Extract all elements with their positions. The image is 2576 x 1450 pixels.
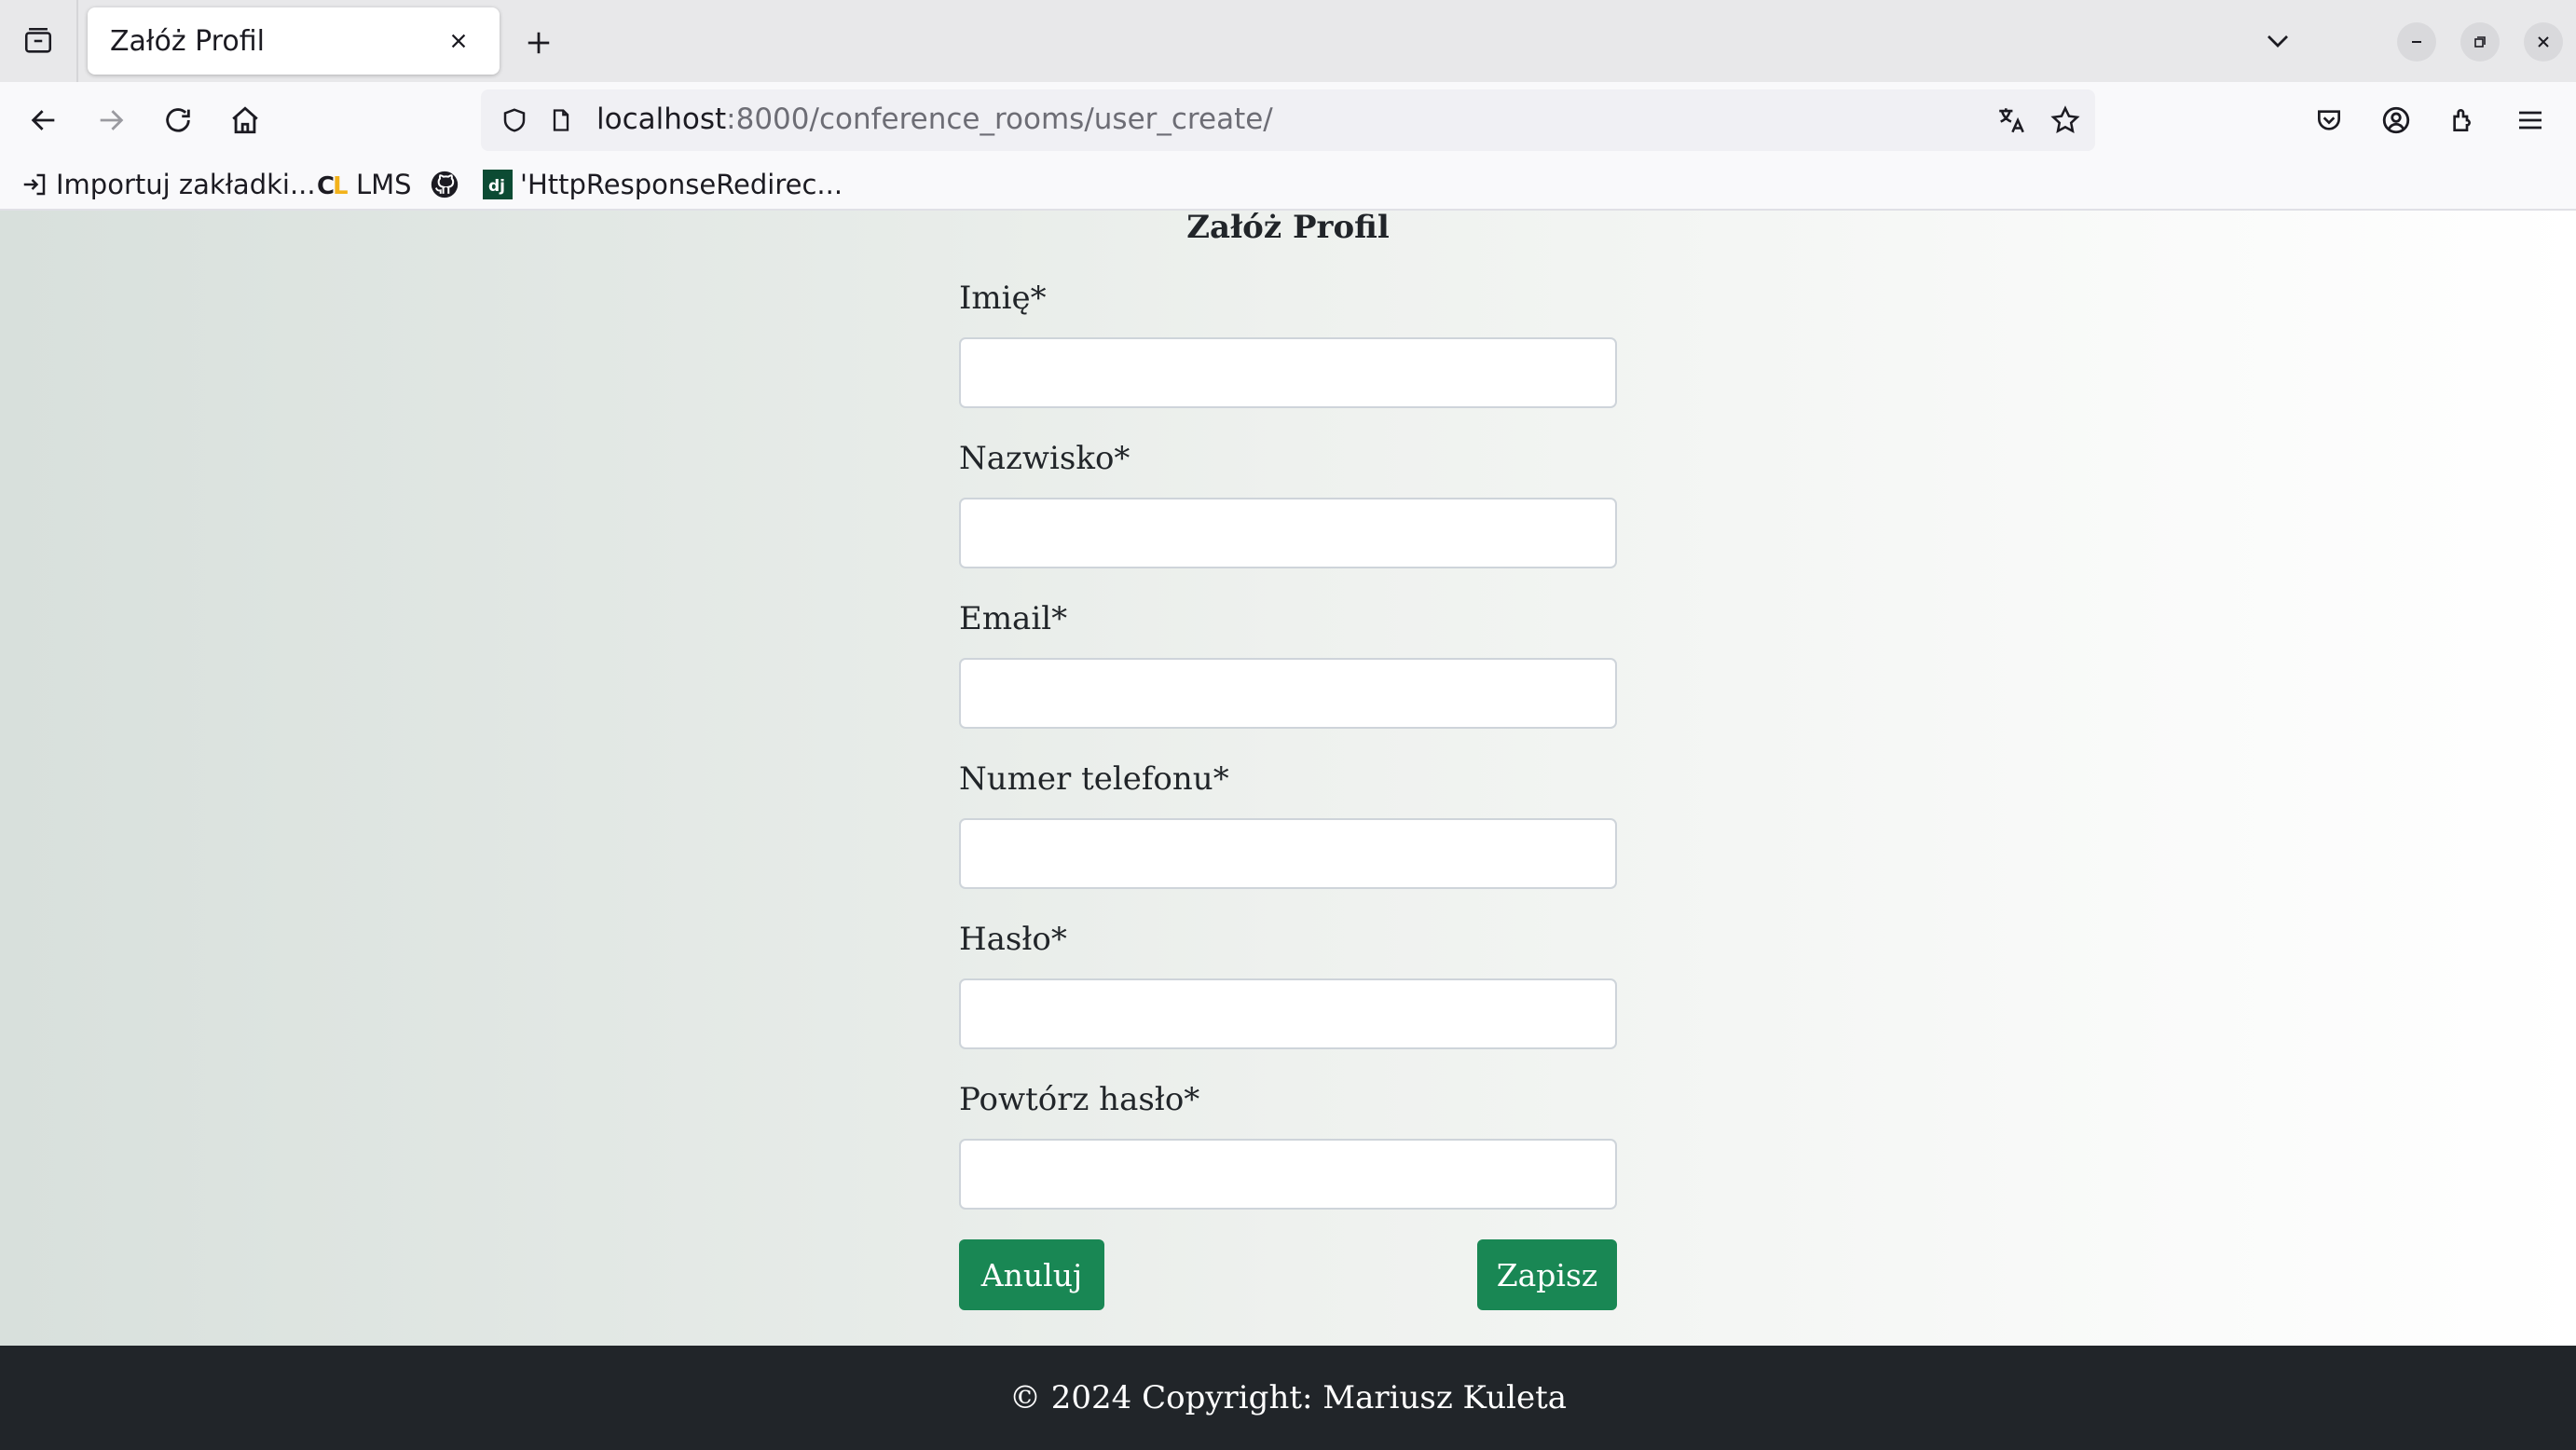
cancel-button[interactable]: Anuluj — [959, 1239, 1104, 1310]
email-label: Email* — [959, 600, 1068, 637]
first-name-input[interactable] — [959, 337, 1617, 408]
close-window-icon[interactable] — [2524, 22, 2563, 62]
url-host: localhost — [596, 103, 727, 136]
form-title: Załóż Profil — [1186, 209, 1390, 246]
bookmark-label: LMS — [356, 169, 412, 200]
page-content: Załóż Profil Imię* Nazwisko* Email* Nume… — [0, 211, 2576, 1346]
bookmark-import[interactable]: Importuj zakładki... — [21, 166, 316, 203]
nav-bar: localhost:8000/conference_rooms/user_cre… — [0, 82, 2576, 158]
translate-icon[interactable] — [1993, 102, 2030, 139]
copyright-text: © 2024 Copyright: Mariusz Kuleta — [1008, 1379, 1568, 1416]
bookmark-github[interactable] — [429, 166, 468, 203]
password-input[interactable] — [959, 978, 1617, 1049]
github-icon — [429, 169, 460, 200]
account-icon[interactable] — [2373, 97, 2419, 144]
email-input[interactable] — [959, 658, 1617, 729]
svg-text:dj: dj — [488, 177, 505, 196]
first-name-label: Imię* — [959, 280, 1047, 317]
last-name-input[interactable] — [959, 498, 1617, 568]
phone-input[interactable] — [959, 818, 1617, 889]
url-bar[interactable]: localhost:8000/conference_rooms/user_cre… — [481, 89, 2095, 151]
pocket-icon[interactable] — [2306, 97, 2352, 144]
firefox-view-icon[interactable] — [0, 0, 76, 82]
save-button[interactable]: Zapisz — [1477, 1239, 1617, 1310]
bookmark-django[interactable]: dj 'HttpResponseRedirec... — [483, 166, 843, 203]
home-icon[interactable] — [222, 97, 268, 144]
bookmark-label: 'HttpResponseRedirec... — [520, 169, 843, 200]
bookmark-label: Importuj zakładki... — [56, 169, 316, 200]
lms-logo-icon: CL — [317, 171, 349, 198]
bookmark-star-icon[interactable] — [2047, 102, 2084, 139]
page-icon[interactable] — [542, 102, 580, 139]
extensions-icon[interactable] — [2440, 97, 2487, 144]
tab-bar: Załóż Profil — [0, 0, 2576, 82]
chevron-down-icon[interactable] — [2255, 19, 2300, 63]
password-label: Hasło* — [959, 921, 1067, 958]
repeat-password-input[interactable] — [959, 1139, 1617, 1210]
url-text[interactable]: localhost:8000/conference_rooms/user_cre… — [596, 103, 1273, 136]
bookmark-lms[interactable]: CL LMS — [317, 166, 412, 203]
phone-label: Numer telefonu* — [959, 760, 1229, 798]
footer: © 2024 Copyright: Mariusz Kuleta — [0, 1346, 2576, 1450]
import-icon — [21, 171, 48, 198]
bookmarks-toolbar: Importuj zakładki... CL LMS dj 'HttpResp… — [0, 158, 2576, 211]
menu-icon[interactable] — [2507, 97, 2554, 144]
reload-icon[interactable] — [155, 97, 201, 144]
tab-active[interactable]: Załóż Profil — [88, 7, 500, 75]
shield-icon[interactable] — [496, 102, 533, 139]
minimize-icon[interactable] — [2397, 22, 2436, 62]
close-tab-icon[interactable] — [440, 22, 477, 60]
new-tab-icon[interactable] — [518, 22, 559, 63]
tab-title: Załóż Profil — [110, 24, 265, 58]
django-icon: dj — [483, 170, 513, 199]
forward-icon[interactable] — [88, 97, 134, 144]
last-name-label: Nazwisko* — [959, 440, 1130, 477]
svg-text:L: L — [333, 172, 349, 198]
back-icon[interactable] — [21, 97, 67, 144]
url-path: :8000/conference_rooms/user_create/ — [726, 103, 1273, 136]
tab-separator — [76, 0, 78, 82]
repeat-password-label: Powtórz hasło* — [959, 1081, 1200, 1118]
restore-icon[interactable] — [2460, 22, 2500, 62]
